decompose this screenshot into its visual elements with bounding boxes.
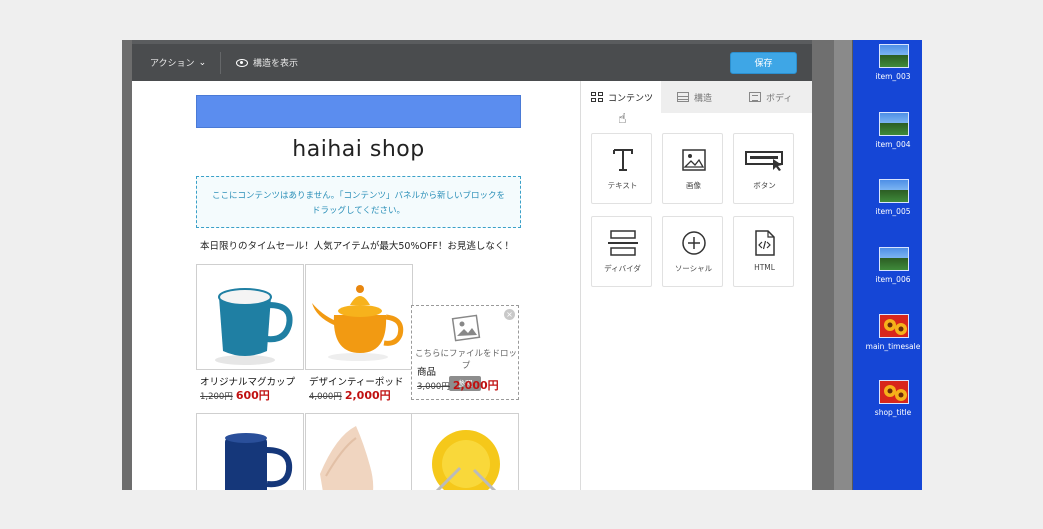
window-border [812,40,834,490]
sale-price: 2,000円 [452,379,499,392]
image-icon [663,146,724,174]
tab-body[interactable]: ボディ [739,81,812,113]
structure-icon [677,92,689,102]
shop-title[interactable]: haihai shop [196,137,521,162]
product-image-blue-mug[interactable] [196,413,304,490]
scrollbar-track[interactable] [834,40,852,490]
image-placeholder-icon [451,314,481,342]
grid-icon [591,92,603,102]
product-price[interactable]: 3,000円 2,000円 [417,377,499,393]
file-label: item_003 [875,72,911,81]
tab-structure[interactable]: 構造 [667,81,737,113]
image-file-icon [879,314,909,338]
image-file-icon [879,44,909,68]
product-image-plate[interactable] [411,413,519,490]
block-text[interactable]: テキスト [591,133,652,204]
product-name[interactable]: オリジナルマグカップ [200,374,295,388]
product-name[interactable]: デザインティーポッド [309,374,403,388]
old-price: 4,000円 [309,392,342,402]
block-image[interactable]: 画像 [662,133,723,204]
empty-message-line2: ドラッグしてください。 [312,206,405,216]
email-canvas: haihai shop ここにコンテンツはありません。「コンテンツ」パネルから新… [132,81,580,490]
product-image-dish[interactable] [305,413,413,490]
screen: アクション ⌄ 構造を表示 保存 haihai shop ここにコンテンツはあり… [122,40,922,490]
block-html[interactable]: HTML [733,216,794,287]
block-label: HTML [754,263,775,272]
product-image-mug[interactable] [196,264,304,370]
view-structure-button[interactable]: 構造を表示 [236,56,298,69]
file-label: main_timesale [865,342,921,351]
left-frame-rail [122,40,132,490]
social-icon [663,229,724,257]
file-label: item_006 [875,275,911,284]
header-banner[interactable] [196,95,521,128]
product-price[interactable]: 4,000円 2,000円 [309,387,391,403]
empty-message-line1: ここにコンテンツはありません。「コンテンツ」パネルから新しいブロックを [212,191,505,201]
tab-contents[interactable]: コンテンツ [581,81,661,113]
panel-tabs: コンテンツ 構造 ボディ [581,81,812,113]
block-button[interactable]: ボタン [733,133,794,204]
close-icon[interactable]: × [504,309,515,320]
blocks-panel: コンテンツ 構造 ボディ ☝ テキスト 画像 ボタン ディバイダ ソーシャル H… [580,81,812,490]
product-image-teapot[interactable] [305,264,413,370]
html-icon [734,229,795,257]
tab-label: 構造 [694,93,713,104]
text-icon [592,146,653,174]
product-name[interactable]: 商品 [417,364,436,378]
save-button[interactable]: 保存 [730,52,797,74]
block-social[interactable]: ソーシャル [662,216,723,287]
tab-label: ボディ [766,93,793,104]
email-editor: アクション ⌄ 構造を表示 保存 haihai shop ここにコンテンツはあり… [132,40,812,490]
divider-icon [592,229,653,257]
drop-zone-text-line1: こちらにファイルをドロッ [414,349,517,359]
empty-content-block[interactable]: ここにコンテンツはありません。「コンテンツ」パネルから新しいブロックを ドラッグ… [196,176,521,228]
old-price: 3,000円 [417,382,450,392]
image-file-icon [879,112,909,136]
block-label: ボタン [753,181,776,190]
image-file-icon [879,247,909,271]
sale-price: 600円 [235,389,270,402]
action-menu-label: アクション [150,59,195,69]
block-label: テキスト [607,181,638,190]
button-icon [734,146,795,174]
chevron-down-icon: ⌄ [198,57,207,68]
toolbar-divider [220,52,221,74]
file-label: item_005 [875,207,911,216]
view-structure-label: 構造を表示 [253,59,299,69]
eye-icon [236,58,248,67]
block-label: ディバイダ [604,264,641,273]
editor-toolbar: アクション ⌄ 構造を表示 保存 [132,40,812,81]
file-label: shop_title [874,408,912,417]
block-divider[interactable]: ディバイダ [591,216,652,287]
image-file-icon [879,179,909,203]
action-menu-button[interactable]: アクション ⌄ [150,56,207,70]
sale-price: 2,000円 [344,389,391,402]
desktop-area: item_003 item_004 item_005 item_006 main… [853,40,922,490]
image-file-icon [879,380,909,404]
body-icon [749,92,761,102]
tab-label: コンテンツ [608,93,654,104]
file-label: item_004 [875,140,911,149]
sale-text[interactable]: 本日限りのタイムセール！人気アイテムが最大50%OFF！お見逃しなく！ [200,238,514,252]
old-price: 1,200円 [200,392,233,402]
product-price[interactable]: 1,200円 600円 [200,387,270,403]
hand-cursor-icon: ☝ [618,111,627,127]
block-label: 画像 [686,181,701,190]
block-label: ソーシャル [674,264,713,273]
